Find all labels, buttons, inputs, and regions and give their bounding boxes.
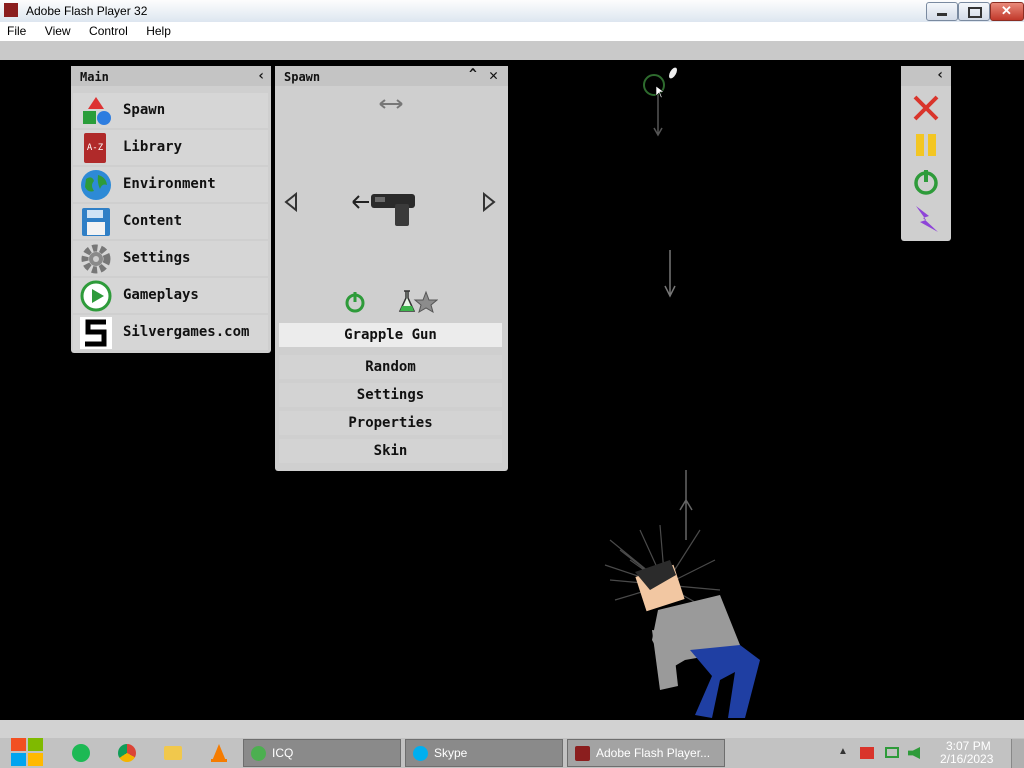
- taskbar-button-label: Adobe Flash Player...: [596, 746, 711, 760]
- action-center-flag-icon[interactable]: [860, 747, 874, 759]
- taskbar-skype[interactable]: Skype: [405, 739, 563, 767]
- window-titlebar: Adobe Flash Player 32 ✕: [0, 0, 1024, 23]
- chrome-icon[interactable]: [118, 744, 136, 762]
- skype-icon: [413, 746, 428, 761]
- show-desktop-button[interactable]: [1011, 739, 1024, 768]
- spotify-icon[interactable]: [72, 744, 90, 762]
- hook-line: [653, 95, 663, 137]
- taskbar-flash-player[interactable]: Adobe Flash Player...: [567, 739, 725, 767]
- menu-view[interactable]: View: [38, 22, 78, 38]
- taskbar-icq[interactable]: ICQ: [243, 739, 401, 767]
- bone-icon: [669, 67, 677, 79]
- taskbar-top-stripe: [0, 720, 1024, 738]
- ragdoll-legs: [690, 645, 760, 718]
- file-explorer-icon[interactable]: [164, 746, 182, 760]
- flash-app-icon: [4, 3, 18, 17]
- scene-layer: [604, 67, 760, 718]
- taskbar: ICQ Skype Adobe Flash Player... ▲ 3:07 P…: [0, 720, 1024, 768]
- windows-start-icon[interactable]: [10, 737, 44, 767]
- menu-control[interactable]: Control: [82, 22, 135, 38]
- menu-bar: File View Control Help: [0, 22, 1024, 41]
- icq-icon: [251, 746, 266, 761]
- falling-arrow: [664, 250, 676, 298]
- tray-expand-icon[interactable]: ▲: [838, 746, 848, 757]
- flash-icon: [575, 746, 590, 761]
- game-canvas[interactable]: Main ‹ Spawn A-Z Library Environment Con…: [0, 60, 1024, 720]
- volume-icon[interactable]: [908, 747, 920, 759]
- close-window-button[interactable]: ✕: [990, 2, 1024, 21]
- clock-time[interactable]: 3:07 PM: [946, 739, 991, 753]
- toolbar-strip: [0, 41, 1024, 60]
- taskbar-button-label: Skype: [434, 746, 468, 760]
- menu-file[interactable]: File: [0, 22, 33, 38]
- minimize-button[interactable]: [926, 2, 958, 21]
- network-icon[interactable]: [885, 747, 899, 758]
- window-title: Adobe Flash Player 32: [26, 4, 148, 18]
- taskbar-button-label: ICQ: [272, 746, 294, 760]
- vlc-icon[interactable]: [209, 743, 229, 763]
- clock-date[interactable]: 2/16/2023: [940, 752, 993, 766]
- maximize-button[interactable]: [958, 2, 990, 21]
- stuck-arrow: [679, 470, 693, 540]
- menu-help[interactable]: Help: [139, 22, 178, 38]
